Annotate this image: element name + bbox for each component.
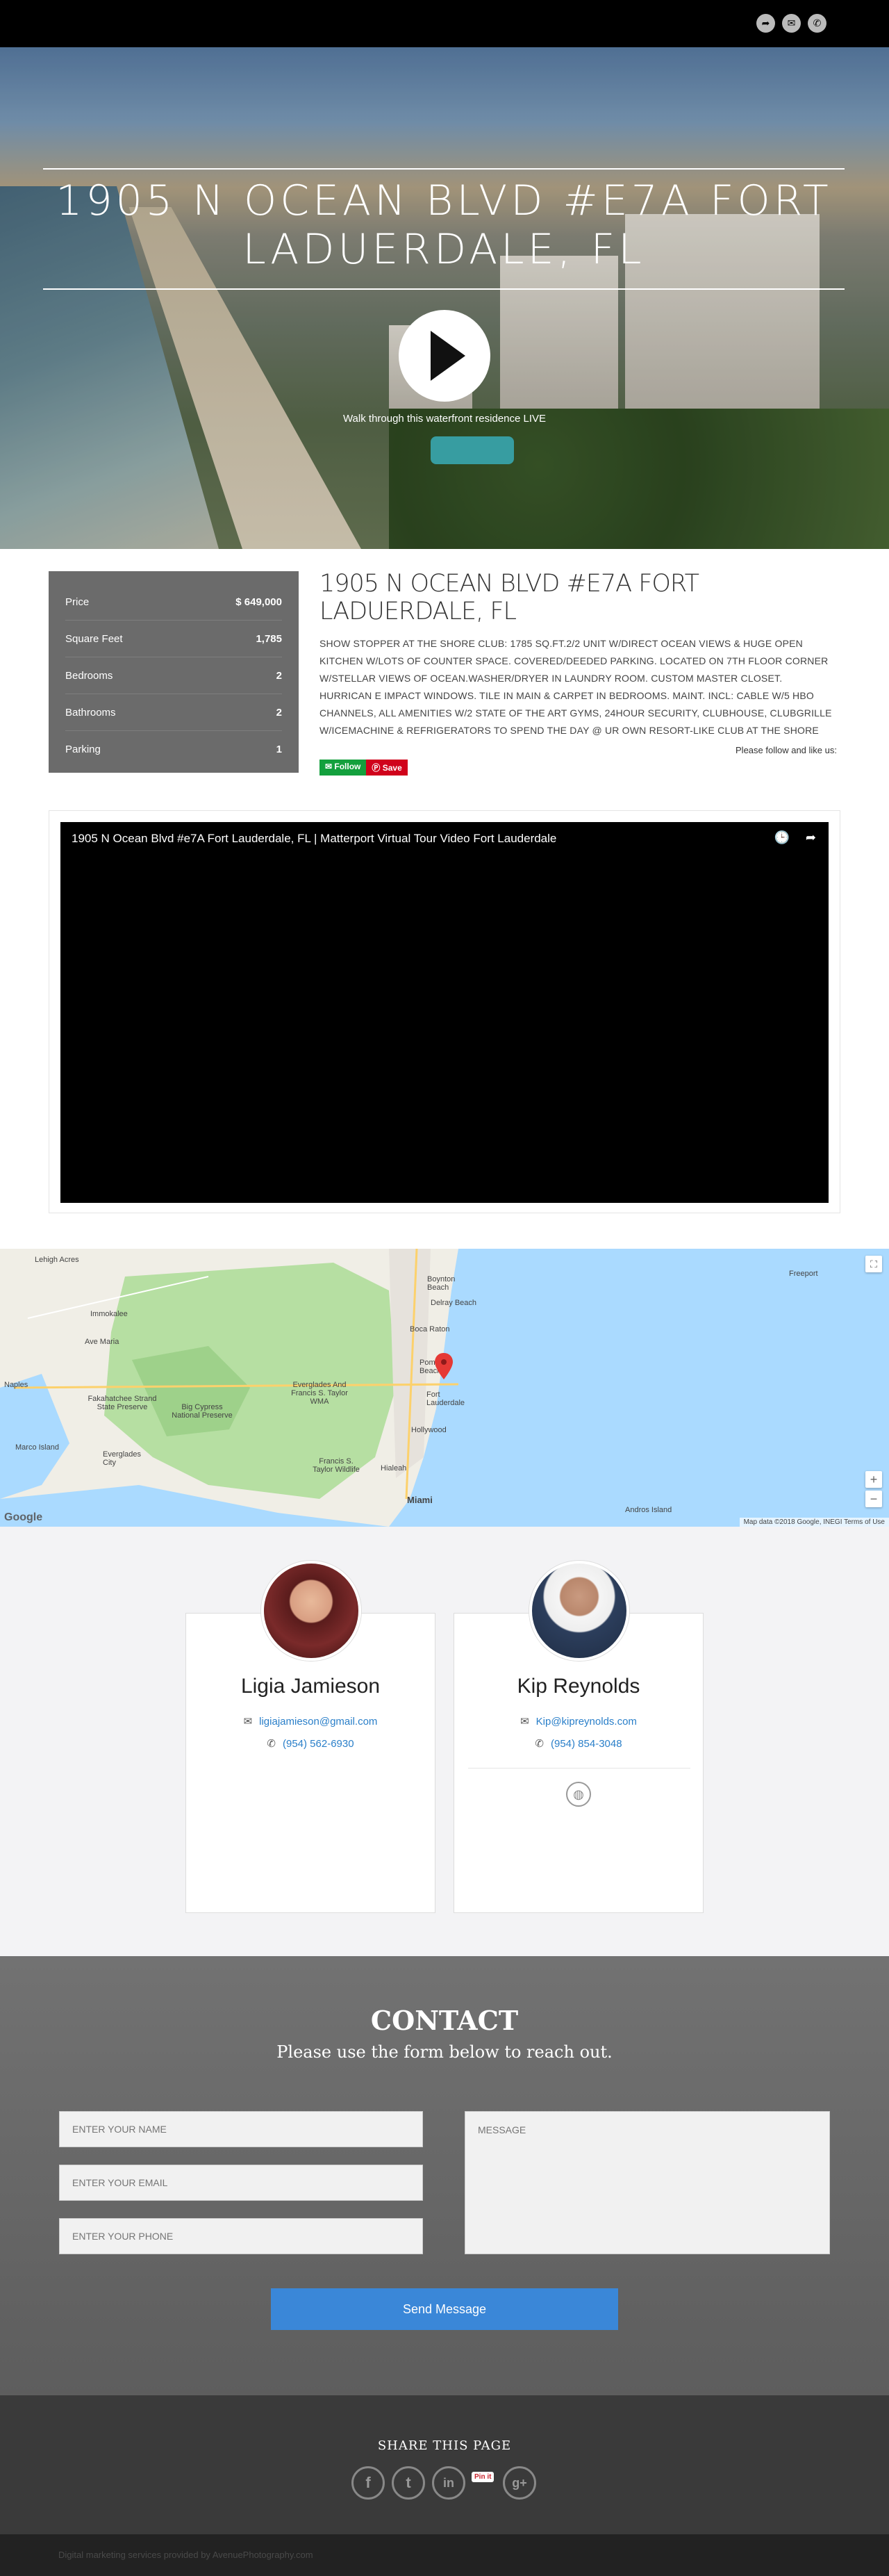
pinterest-pin-button[interactable]: Pin it	[472, 2472, 495, 2482]
map-label: Ave Maria	[85, 1338, 119, 1346]
map-zoom-in-button[interactable]: +	[865, 1471, 882, 1488]
contact-section: CONTACT Please use the form below to rea…	[0, 1956, 889, 2395]
pinterest-follow-button[interactable]: ✉ Follow	[319, 760, 367, 776]
share-title: SHARE THIS PAGE	[377, 2438, 512, 2453]
envelope-icon: ✉	[243, 1716, 253, 1728]
envelope-icon: ✉	[520, 1716, 529, 1728]
map-label: Naples	[4, 1381, 28, 1389]
agent-email-link[interactable]: Kip@kipreynolds.com	[536, 1716, 637, 1728]
agent-card: Ligia Jamieson ✉ ligiajamieson@gmail.com …	[185, 1561, 435, 1913]
location-map[interactable]: Lehigh Acres Immokalee Ave Maria Naples …	[0, 1249, 889, 1527]
map-label: Delray Beach	[431, 1299, 477, 1307]
listing-text: SHOW STOPPER AT THE SHORE CLUB: 1785 SQ.…	[319, 638, 832, 736]
property-facts: Price $ 649,000 Square Feet 1,785 Bedrooms…	[49, 571, 299, 773]
contact-subtitle: Please use the form below to reach out.	[276, 2042, 613, 2062]
fact-row-bedrooms: Bedrooms 2	[65, 657, 282, 694]
video-container: 1905 N Ocean Blvd #e7A Fort Lauderdale, …	[49, 810, 840, 1213]
video-player[interactable]: 1905 N Ocean Blvd #e7A Fort Lauderdale, …	[60, 822, 829, 1203]
map-label: Boca Raton	[410, 1325, 450, 1334]
map-label: Lehigh Acres	[35, 1256, 79, 1264]
map-label: Fort Lauderdale	[426, 1390, 465, 1407]
share-icon[interactable]: ➦	[756, 14, 775, 33]
envelope-icon[interactable]: ✉	[782, 14, 801, 33]
agent-phone-link[interactable]: (954) 854-3048	[551, 1738, 622, 1750]
agent-phone-row: ✆ (954) 562-6930	[186, 1737, 435, 1750]
agent-card: Kip Reynolds ✉ Kip@kipreynolds.com ✆ (954)…	[454, 1561, 704, 1913]
watch-later-icon[interactable]: 🕒	[774, 830, 790, 845]
website-icon[interactable]: ◍	[566, 1782, 591, 1807]
facebook-icon[interactable]: f	[351, 2466, 385, 2500]
divider	[468, 1768, 690, 1769]
map-label: Everglades City	[103, 1450, 142, 1467]
name-field[interactable]	[59, 2111, 423, 2147]
top-bar: ➦ ✉ ✆	[0, 0, 889, 47]
agent-phone-link[interactable]: (954) 562-6930	[283, 1738, 354, 1750]
follow-text: Please follow and like us:	[736, 745, 837, 755]
top-contact-icons: ➦ ✉ ✆	[756, 14, 826, 33]
map-zoom-out-button[interactable]: −	[865, 1491, 882, 1507]
map-label: Fakahatchee Strand State Preserve	[88, 1395, 157, 1411]
google-plus-icon[interactable]: g+	[503, 2466, 536, 2500]
play-video-button[interactable]	[399, 310, 490, 402]
agent-photo	[261, 1561, 361, 1661]
map-label: Hialeah	[381, 1464, 407, 1472]
agent-email-row: ✉ ligiajamieson@gmail.com	[186, 1715, 435, 1728]
agent-phone-row: ✆ (954) 854-3048	[454, 1737, 703, 1750]
send-message-button[interactable]: Send Message	[271, 2288, 618, 2330]
google-logo: Google	[4, 1511, 43, 1523]
map-label: Boynton Beach	[427, 1275, 456, 1292]
email-field[interactable]	[59, 2165, 423, 2201]
share-section: SHARE THIS PAGE f t in Pin it g+	[0, 2395, 889, 2534]
video-title[interactable]: 1905 N Ocean Blvd #e7A Fort Lauderdale, …	[72, 832, 556, 846]
pinterest-save-button[interactable]: Ⓟ Save	[366, 760, 408, 776]
phone-icon: ✆	[535, 1738, 544, 1750]
map-label: Miami	[407, 1495, 433, 1505]
share-icon[interactable]: ➦	[806, 830, 816, 845]
map-marker-icon[interactable]	[435, 1353, 453, 1379]
fact-row-sqft: Square Feet 1,785	[65, 621, 282, 657]
agents-section: Ligia Jamieson ✉ ligiajamieson@gmail.com …	[0, 1527, 889, 1956]
agent-photo	[529, 1561, 629, 1661]
fact-row-parking: Parking 1	[65, 744, 282, 755]
hero-top-rule	[43, 168, 845, 170]
hero-banner: 1905 N OCEAN BLVD #E7A FORT LADUERDALE, …	[0, 47, 889, 549]
listing-description: 1905 N OCEAN BLVD #E7A FORT LADUERDALE, …	[319, 570, 837, 776]
footer-credit[interactable]: Digital marketing services provided by A…	[58, 2550, 313, 2560]
agent-name: Ligia Jamieson	[240, 1675, 381, 1698]
phone-field[interactable]	[59, 2218, 423, 2254]
agent-name: Kip Reynolds	[517, 1675, 640, 1698]
twitter-icon[interactable]: t	[392, 2466, 425, 2500]
phone-icon: ✆	[267, 1738, 276, 1750]
map-fullscreen-button[interactable]: ⛶	[865, 1256, 882, 1272]
map-label: Francis S. Taylor Wildlife	[313, 1457, 360, 1474]
hero-bottom-rule	[43, 288, 845, 290]
map-label: Freeport	[789, 1270, 818, 1278]
fact-row-bathrooms: Bathrooms 2	[65, 694, 282, 731]
map-label: Hollywood	[411, 1426, 447, 1434]
linkedin-icon[interactable]: in	[432, 2466, 465, 2500]
map-label: Andros Island	[625, 1506, 672, 1514]
agent-email-row: ✉ Kip@kipreynolds.com	[454, 1715, 703, 1728]
contact-title: CONTACT	[370, 2005, 519, 2036]
map-label: Everglades And Francis S. Taylor WMA	[291, 1381, 348, 1406]
map-label: Marco Island	[15, 1443, 59, 1452]
map-label: Big Cypress National Preserve	[172, 1403, 233, 1420]
message-field[interactable]	[465, 2111, 830, 2254]
fact-row-price: Price $ 649,000	[65, 584, 282, 621]
map-attribution[interactable]: Map data ©2018 Google, INEGI Terms of Us…	[739, 1518, 889, 1527]
agent-email-link[interactable]: ligiajamieson@gmail.com	[259, 1716, 377, 1728]
hero-title: 1905 N OCEAN BLVD #E7A FORT LADUERDALE, …	[56, 177, 832, 274]
footer: Digital marketing services provided by A…	[0, 2534, 889, 2576]
hero-caption: Walk through this waterfront residence L…	[342, 413, 547, 425]
listing-title: 1905 N OCEAN BLVD #E7A FORT LADUERDALE, …	[319, 570, 699, 625]
phone-icon[interactable]: ✆	[808, 14, 826, 33]
map-label: Immokalee	[90, 1310, 128, 1318]
pinterest-buttons: ✉ Follow Ⓟ Save	[319, 760, 837, 776]
